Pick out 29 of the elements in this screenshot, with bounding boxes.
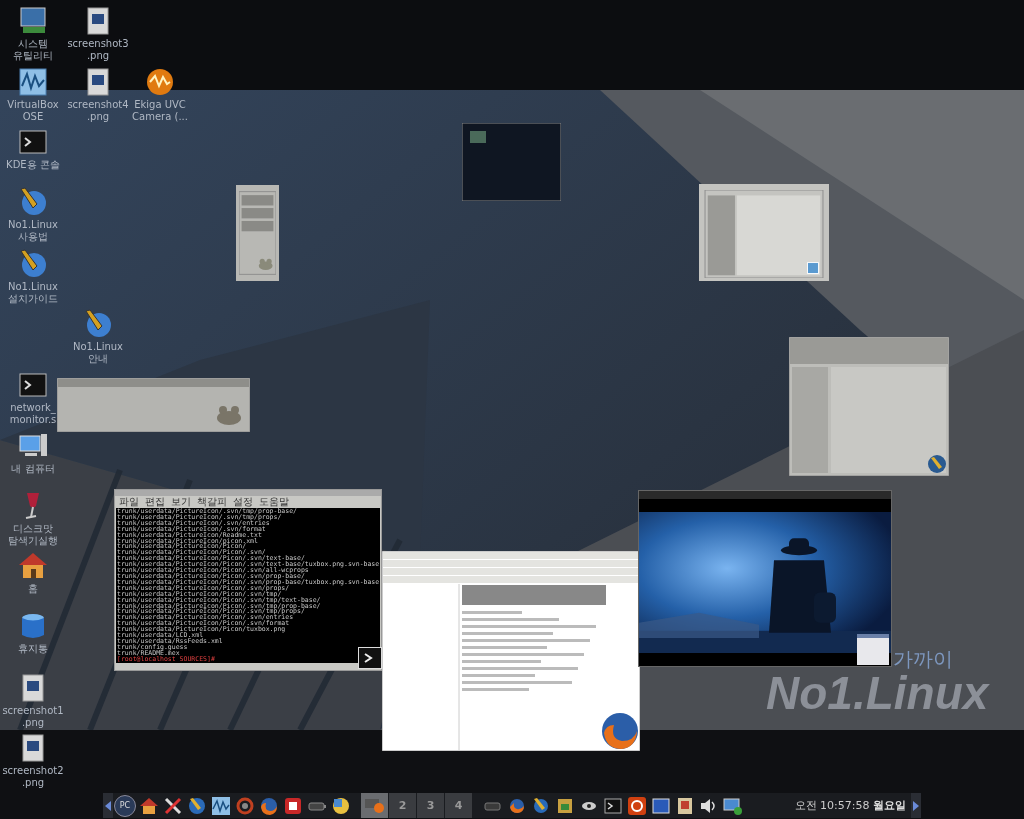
clock[interactable]: 오전 10:57:58 월요일 (794, 798, 906, 813)
slogan-text: 가까이 (893, 646, 953, 673)
icon-label[interactable]: network_ monitor.s (9, 402, 57, 426)
desktop-switcher-button[interactable]: 2 (389, 793, 416, 818)
icon-label[interactable]: 홈 (28, 583, 38, 595)
menu-item[interactable]: 책갈피 (197, 496, 227, 508)
icon-label[interactable]: No1.Linux 설치가이드 (7, 281, 59, 305)
icon-label[interactable]: screenshot1 .png (2, 705, 64, 729)
desktop-switcher-button[interactable]: 4 (445, 793, 472, 818)
icon-label[interactable]: screenshot2 .png (2, 765, 64, 789)
icon-label[interactable]: VirtualBox OSE (7, 99, 59, 123)
menu-item[interactable]: 도움말 (259, 496, 289, 508)
icon-label[interactable]: 디스크맛 탐색기실행 (8, 523, 58, 547)
icon-label[interactable]: 시스템 유틸리티 (13, 38, 53, 62)
icon-label[interactable]: Ekiga UVC Camera (... (132, 99, 188, 123)
icon-label[interactable]: No1.Linux 안내 (72, 341, 124, 365)
icon-label[interactable]: screenshot3 .png (67, 38, 129, 62)
brand-text: No1.Linux (766, 670, 989, 716)
menu-item[interactable]: 파일 (119, 496, 139, 508)
desktop-switcher-button[interactable]: 3 (417, 793, 444, 818)
icon-label[interactable]: KDE용 콘솔 (6, 159, 60, 171)
icon-label[interactable]: 내 컴퓨터 (11, 463, 55, 475)
icon-label[interactable]: No1.Linux 사용법 (7, 219, 59, 243)
menu-item[interactable]: 설정 (233, 496, 253, 508)
start-button[interactable]: PC (114, 794, 136, 817)
menu-item[interactable]: 편집 (145, 496, 165, 508)
icon-label[interactable]: 휴지통 (18, 643, 48, 655)
icon-label[interactable]: screenshot4 .png (67, 99, 129, 123)
menu-item[interactable]: 보기 (171, 496, 191, 508)
